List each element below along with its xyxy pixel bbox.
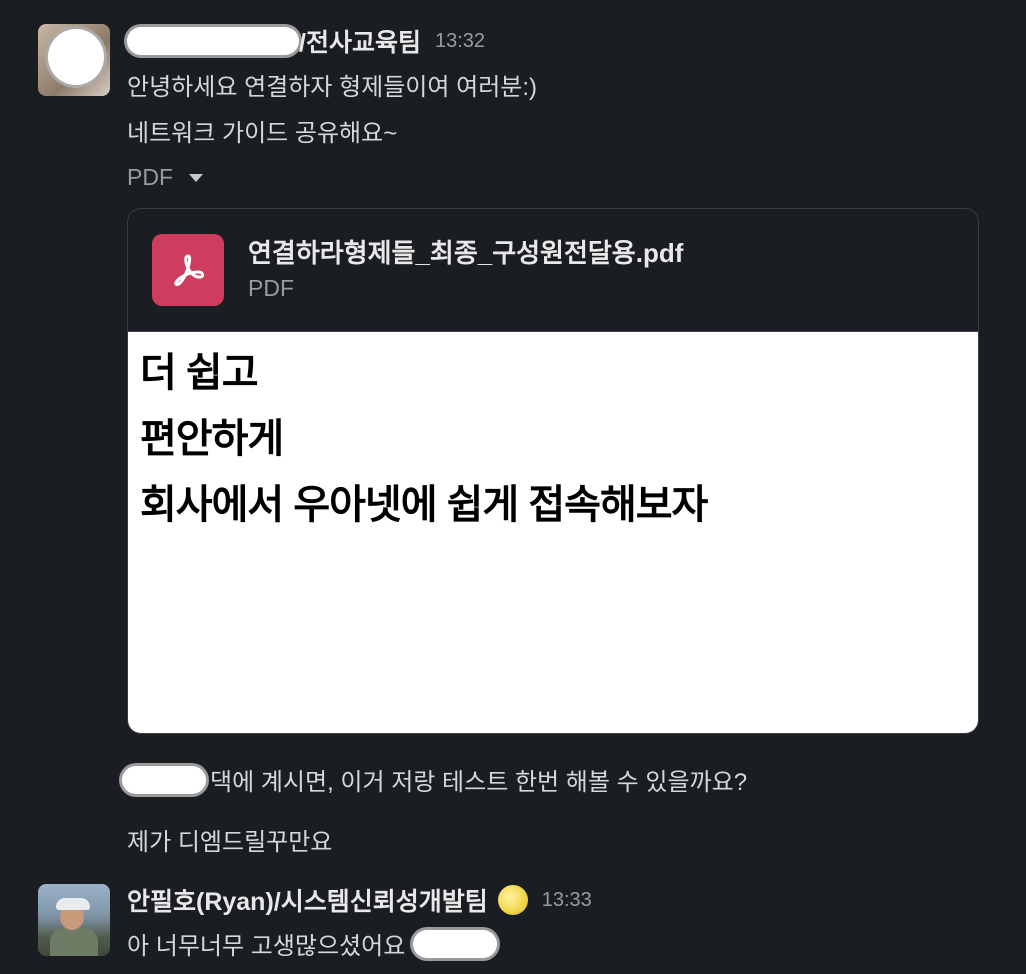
caret-down-icon[interactable] [189, 173, 203, 182]
attachment-toggle[interactable]: PDF [127, 164, 203, 191]
message-text-line: 댁에 계시면, 이거 저랑 테스트 한번 해볼 수 있을까요? [122, 762, 747, 797]
timestamp[interactable]: 13:32 [435, 30, 485, 53]
message-header: /전사교육팀 13:32 [127, 22, 485, 60]
preview-text-line: 더 쉽고 [140, 351, 259, 395]
avatar[interactable] [38, 884, 110, 956]
pdf-icon [152, 234, 224, 306]
sender-name[interactable]: /전사교육팀 [299, 23, 421, 59]
preview-text-line: 편안하게 [140, 417, 284, 461]
preview-text-line: 회사에서 우아넷에 쉽게 접속해보자 [140, 483, 708, 527]
file-type: PDF [248, 275, 294, 301]
message-text-line: 아 너무너무 고생많으셨어요 [127, 926, 498, 961]
message-text-line: 제가 디엠드릴꾸만요 [127, 829, 333, 856]
file-name[interactable]: 연결하라형제들_최종_구성원전달용.pdf [248, 233, 683, 270]
avatar-body [50, 928, 98, 956]
message-header: 안필호(Ryan)/시스템신뢰성개발팀 13:33 [127, 881, 592, 919]
redacted-name [127, 27, 299, 55]
timestamp[interactable]: 13:33 [542, 889, 592, 912]
avatar[interactable] [38, 24, 110, 96]
avatar-hat [56, 898, 90, 910]
file-attachment-card[interactable]: 연결하라형제들_최종_구성원전달용.pdf PDF 더 쉽고 편안하게 회사에서… [127, 208, 979, 734]
sender-name[interactable]: 안필호(Ryan)/시스템신뢰성개발팀 [127, 882, 488, 918]
redacted-mention [122, 765, 206, 794]
attachment-toggle-label: PDF [127, 164, 173, 190]
redacted-avatar [48, 29, 104, 85]
redacted-mention [413, 929, 498, 958]
message-text: 아 너무너무 고생많으셨어요 [127, 933, 406, 960]
full-moon-emoji-icon[interactable] [497, 885, 528, 915]
file-preview[interactable]: 더 쉽고 편안하게 회사에서 우아넷에 쉽게 접속해보자 [128, 332, 978, 733]
message-text: 댁에 계시면, 이거 저랑 테스트 한번 해볼 수 있을까요? [210, 769, 748, 796]
message-text-line: 안녕하세요 연결하자 형제들이여 여러분:) [127, 74, 538, 101]
message-text-line: 네트워크 가이드 공유해요~ [127, 120, 398, 147]
file-header[interactable]: 연결하라형제들_최종_구성원전달용.pdf PDF [128, 209, 978, 332]
